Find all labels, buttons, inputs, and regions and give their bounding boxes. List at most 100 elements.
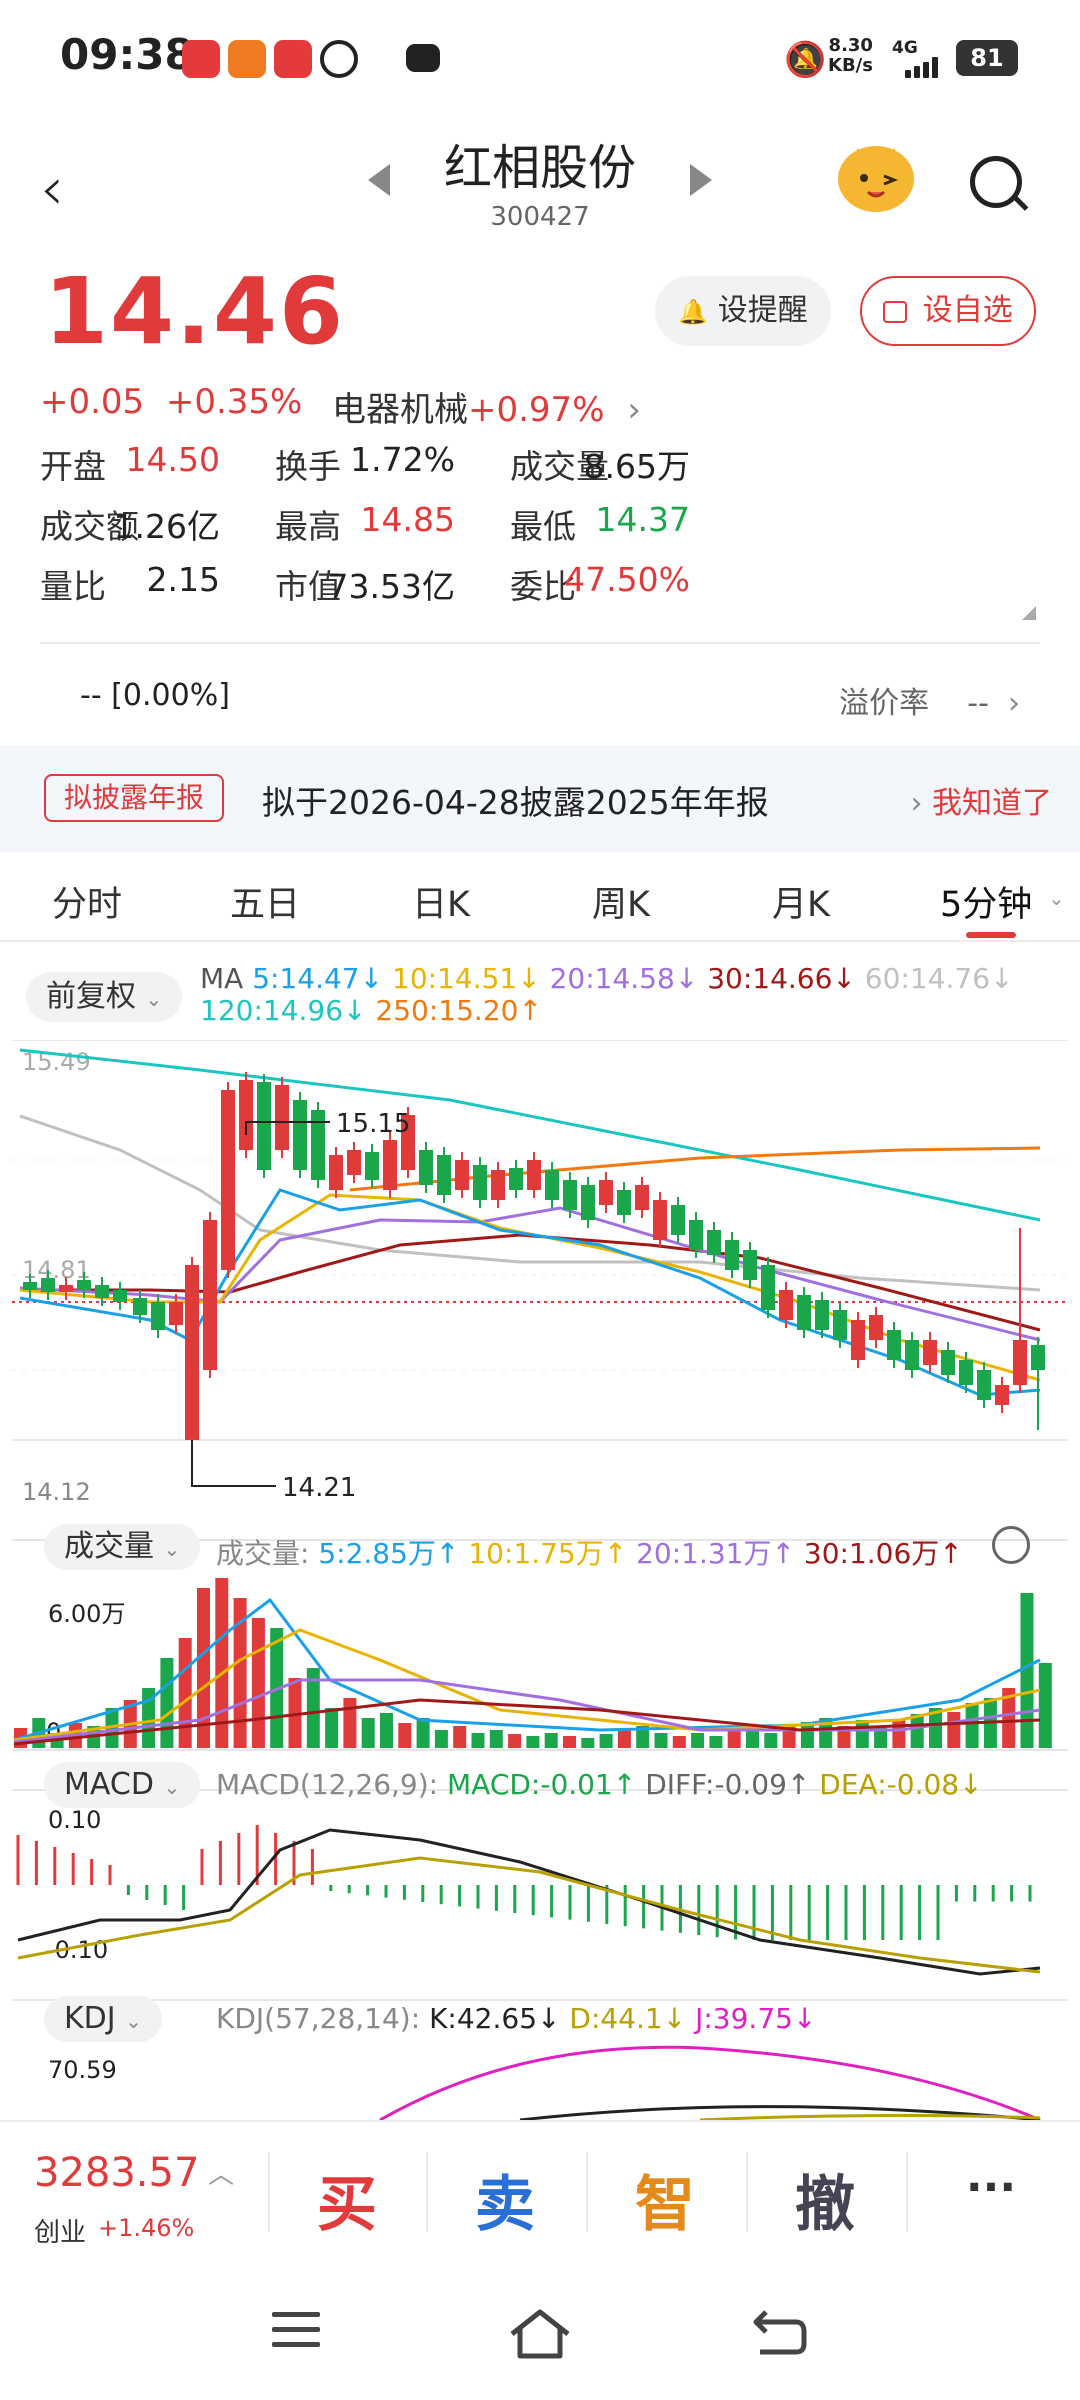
tab-monthly-k[interactable]: 月K bbox=[772, 876, 830, 927]
kdj-mode-dropdown[interactable]: KDJ ⌄ bbox=[44, 1996, 162, 2042]
wechat-icon bbox=[320, 40, 358, 78]
back-nav-icon[interactable] bbox=[752, 2308, 808, 2356]
volume-bar bbox=[361, 1718, 375, 1748]
kline-chart-area[interactable]: 15.49 14.81 14.12 15.15 14.21 6.00万 0 0.10 -0.10… bbox=[0, 1039, 1080, 2122]
volume-bar bbox=[544, 1733, 558, 1748]
app-notification-icon bbox=[228, 40, 266, 78]
tab-intraday[interactable]: 分时 bbox=[52, 876, 122, 927]
volume-mode-dropdown[interactable]: 成交量 ⌄ bbox=[44, 1524, 201, 1570]
dismiss-notice-button[interactable]: › 我知道了 bbox=[910, 778, 1052, 822]
volume-bar bbox=[380, 1713, 393, 1748]
candle bbox=[671, 1205, 685, 1235]
premium-rate[interactable]: 溢价率 -- › bbox=[839, 678, 1020, 722]
candle bbox=[169, 1302, 183, 1325]
tab-weekly-k[interactable]: 周K bbox=[592, 876, 650, 927]
sector-link[interactable]: 电器机械+0.97% › bbox=[332, 382, 641, 431]
volume-bar bbox=[178, 1638, 192, 1748]
chevron-down-icon[interactable]: ⌄ bbox=[1048, 886, 1065, 910]
price-axis-label: 14.81 bbox=[22, 1256, 91, 1284]
chevron-down-icon: ⌄ bbox=[163, 1775, 181, 1799]
more-button[interactable]: ··· bbox=[916, 2162, 1066, 2213]
set-alert-button[interactable]: 🔔 设提醒 bbox=[655, 276, 831, 346]
candle bbox=[473, 1165, 487, 1200]
status-bar: 09:38 🔕 8.30 KB/s 4G 81 bbox=[0, 0, 1080, 120]
volume-bar bbox=[325, 1708, 339, 1748]
expand-corner-icon[interactable] bbox=[1022, 606, 1036, 620]
candle bbox=[707, 1230, 721, 1255]
volume-bar bbox=[251, 1618, 265, 1748]
add-favorite-button[interactable]: 设自选 bbox=[860, 276, 1036, 346]
candle bbox=[203, 1220, 217, 1370]
chevron-down-icon: ⌄ bbox=[145, 987, 163, 1011]
volume-legend: 成交量: 5:2.85万↑ 10:1.75万↑ 20:1.31万↑ 30:1.0… bbox=[216, 1537, 963, 1570]
divider bbox=[426, 2152, 428, 2232]
chevron-right-icon: › bbox=[998, 686, 1020, 721]
candle bbox=[185, 1265, 199, 1440]
stat-label: 最低 bbox=[510, 507, 576, 546]
candle bbox=[1013, 1340, 1027, 1385]
candle bbox=[977, 1370, 991, 1400]
ma250-line bbox=[349, 1146, 1041, 1192]
divider bbox=[40, 642, 1040, 644]
adjust-mode-dropdown[interactable]: 前复权 ⌄ bbox=[26, 972, 183, 1022]
menu-icon[interactable] bbox=[270, 2308, 322, 2352]
tab-five-day[interactable]: 五日 bbox=[230, 876, 300, 927]
ma120-line bbox=[19, 1048, 1041, 1222]
candle bbox=[23, 1282, 37, 1290]
volume-bar bbox=[965, 1703, 979, 1748]
legend-value: 5:2.85万↑ bbox=[318, 1537, 469, 1570]
legend-value: 120:14.96↓ bbox=[200, 994, 376, 1027]
volume-bar bbox=[855, 1720, 869, 1748]
candle bbox=[653, 1200, 667, 1240]
settings-gear-icon[interactable] bbox=[992, 1526, 1030, 1564]
stats-row: 量比 2.15 市值 73.53亿 委比 47.50% bbox=[40, 560, 1040, 620]
buy-button[interactable]: 买 bbox=[272, 2156, 422, 2243]
chevron-down-icon: ⌄ bbox=[163, 1537, 181, 1561]
tab-daily-k[interactable]: 日K bbox=[412, 876, 470, 927]
sell-button[interactable]: 卖 bbox=[430, 2156, 580, 2243]
volume-bar bbox=[617, 1730, 631, 1748]
candle bbox=[311, 1110, 325, 1180]
ma-label: MA bbox=[200, 962, 244, 995]
candle bbox=[77, 1280, 91, 1290]
volume-bar bbox=[599, 1734, 613, 1748]
volume-bar bbox=[1038, 1663, 1052, 1748]
index-change: +1.46% bbox=[98, 2214, 195, 2242]
chevron-up-icon[interactable]: ︿ bbox=[208, 2154, 234, 2191]
cancel-order-button[interactable]: 撤 bbox=[750, 2156, 900, 2243]
candle bbox=[347, 1150, 361, 1175]
smart-button[interactable]: 智 bbox=[590, 2156, 740, 2243]
home-icon[interactable] bbox=[508, 2308, 572, 2360]
kdj-legend: KDJ(57,28,14): K:42.65↓ D:44.1↓ J:39.75↓ bbox=[216, 2002, 817, 2035]
candle bbox=[959, 1360, 973, 1385]
next-stock-arrow-icon[interactable] bbox=[690, 164, 712, 196]
legend-value: D:44.1↓ bbox=[569, 2002, 696, 2035]
last-price: 14.46 bbox=[44, 258, 346, 365]
stat-label: 开盘 bbox=[40, 447, 106, 486]
tab-5min[interactable]: 5分钟 bbox=[940, 876, 1032, 927]
signal-icon bbox=[905, 56, 945, 78]
volume-bar bbox=[160, 1658, 174, 1748]
bell-icon: 🔔 bbox=[678, 298, 709, 326]
price-axis-label: 14.12 bbox=[22, 1478, 91, 1506]
stat-value: 1.26亿 bbox=[113, 507, 220, 546]
macd-mode-dropdown[interactable]: MACD ⌄ bbox=[44, 1762, 201, 1808]
index-value[interactable]: 3283.57 bbox=[34, 2150, 199, 2196]
volume-bar bbox=[947, 1712, 961, 1748]
stat-value: 14.37 bbox=[595, 500, 690, 539]
macd-axis-label: 0.10 bbox=[48, 1806, 101, 1834]
candle bbox=[689, 1220, 703, 1250]
search-icon[interactable] bbox=[970, 156, 1022, 208]
stat-value: 47.50% bbox=[564, 560, 690, 599]
network-type: 4G bbox=[892, 38, 918, 58]
legend-value: 30:1.06万↑ bbox=[803, 1537, 963, 1570]
high-marker-label: 15.15 bbox=[336, 1109, 410, 1139]
candle bbox=[905, 1340, 919, 1370]
stat-value: 1.72% bbox=[350, 440, 455, 479]
candle bbox=[95, 1285, 109, 1298]
low-marker-line bbox=[191, 1440, 276, 1487]
candle bbox=[455, 1160, 469, 1190]
mascot-avatar-icon[interactable] bbox=[838, 146, 914, 212]
candle bbox=[41, 1278, 55, 1292]
legend-value: 250:15.20↑ bbox=[375, 994, 542, 1027]
